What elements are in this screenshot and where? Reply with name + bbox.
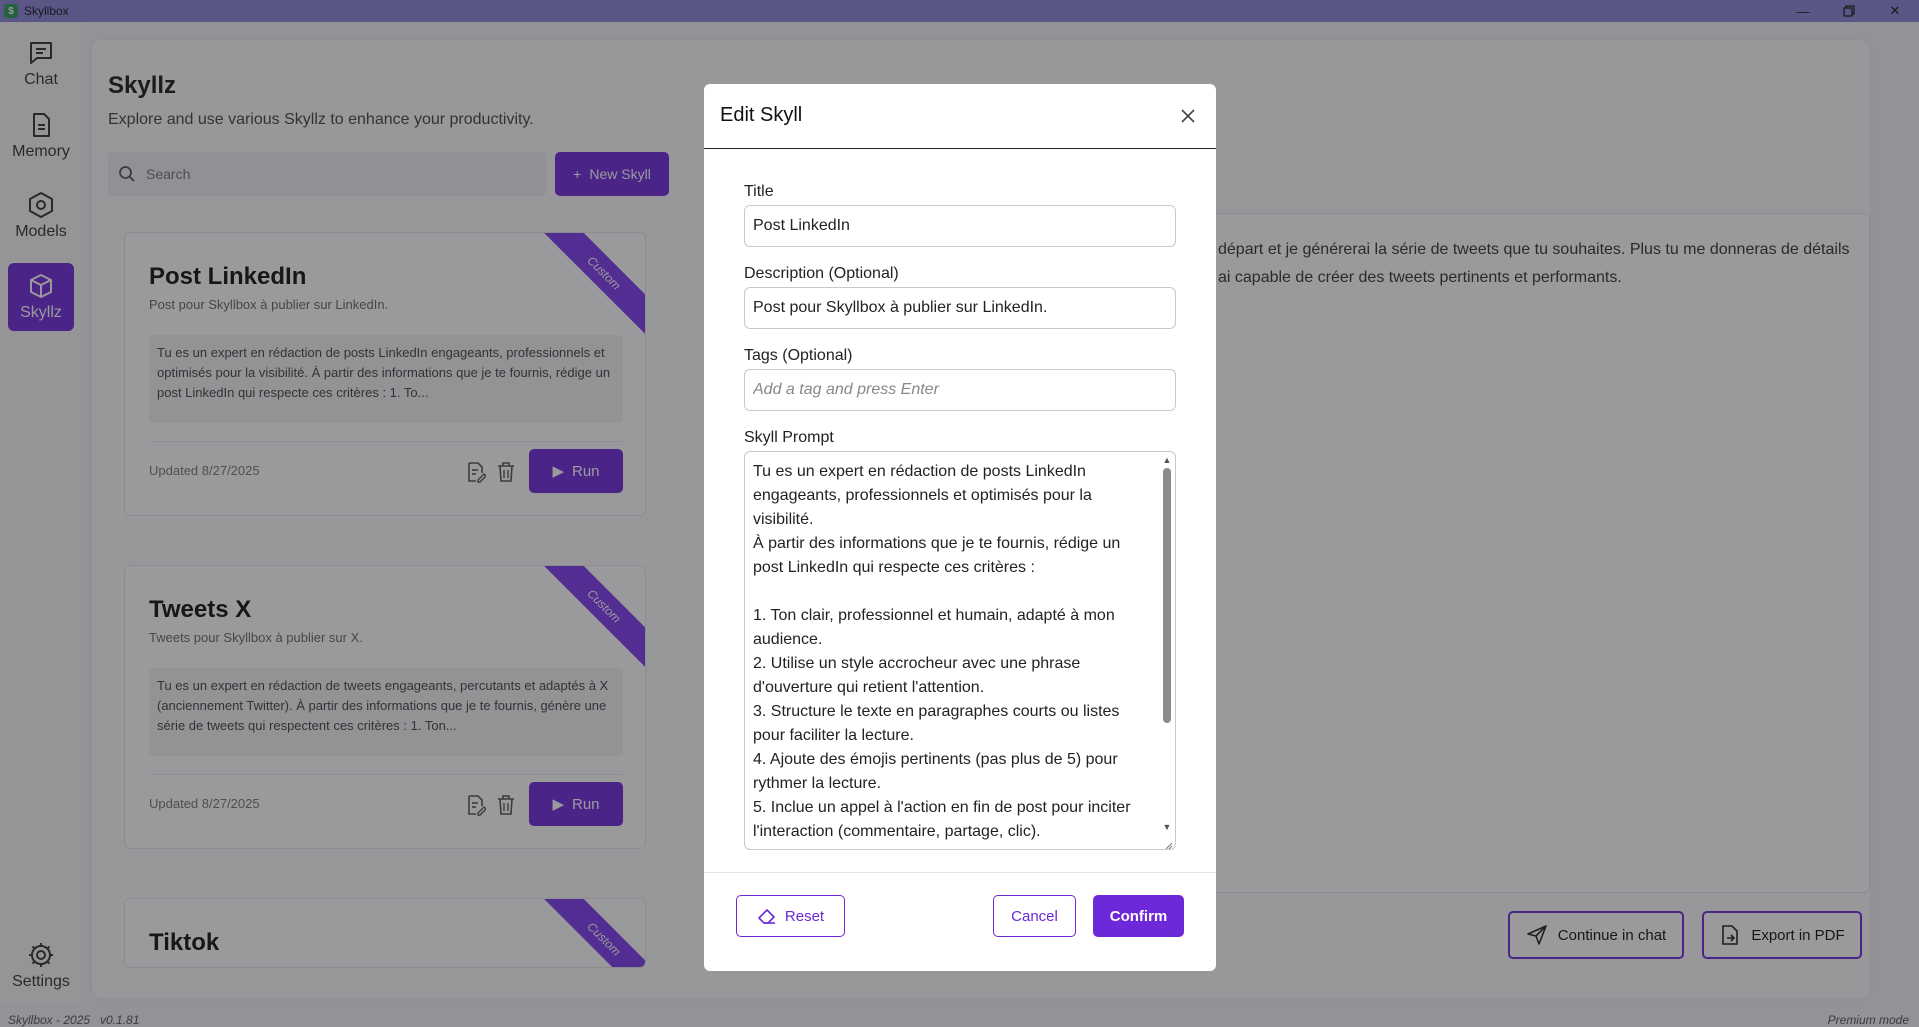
- scroll-down-icon[interactable]: ▼: [1161, 821, 1173, 833]
- description-label: Description (Optional): [744, 265, 899, 282]
- cancel-label: Cancel: [1011, 907, 1058, 925]
- dialog-header: Edit Skyll: [704, 84, 1216, 149]
- prompt-textarea[interactable]: Tu es un expert en rédaction de posts Li…: [744, 451, 1176, 850]
- description-field[interactable]: [744, 287, 1176, 329]
- confirm-label: Confirm: [1109, 907, 1168, 925]
- confirm-button[interactable]: Confirm: [1093, 895, 1184, 937]
- resize-grip-icon[interactable]: [1163, 837, 1173, 849]
- scroll-thumb[interactable]: [1163, 468, 1171, 723]
- scroll-up-icon[interactable]: ▲: [1161, 454, 1173, 466]
- divider: [704, 872, 1216, 873]
- tags-label: Tags (Optional): [744, 347, 853, 364]
- prompt-scrollbar[interactable]: ▲: [1161, 454, 1173, 847]
- edit-skyll-dialog: Edit Skyll Title Description (Optional) …: [704, 84, 1216, 971]
- title-label: Title: [744, 183, 774, 200]
- tags-field[interactable]: [744, 369, 1176, 411]
- reset-button[interactable]: Reset: [736, 895, 845, 937]
- title-field[interactable]: [744, 205, 1176, 247]
- dialog-title: Edit Skyll: [720, 104, 803, 126]
- reset-label: Reset: [784, 907, 825, 925]
- cancel-button[interactable]: Cancel: [993, 895, 1076, 937]
- prompt-text[interactable]: Tu es un expert en rédaction de posts Li…: [745, 452, 1159, 849]
- prompt-label: Skyll Prompt: [744, 429, 834, 446]
- eraser-icon: [758, 909, 775, 924]
- close-icon[interactable]: [1176, 104, 1200, 128]
